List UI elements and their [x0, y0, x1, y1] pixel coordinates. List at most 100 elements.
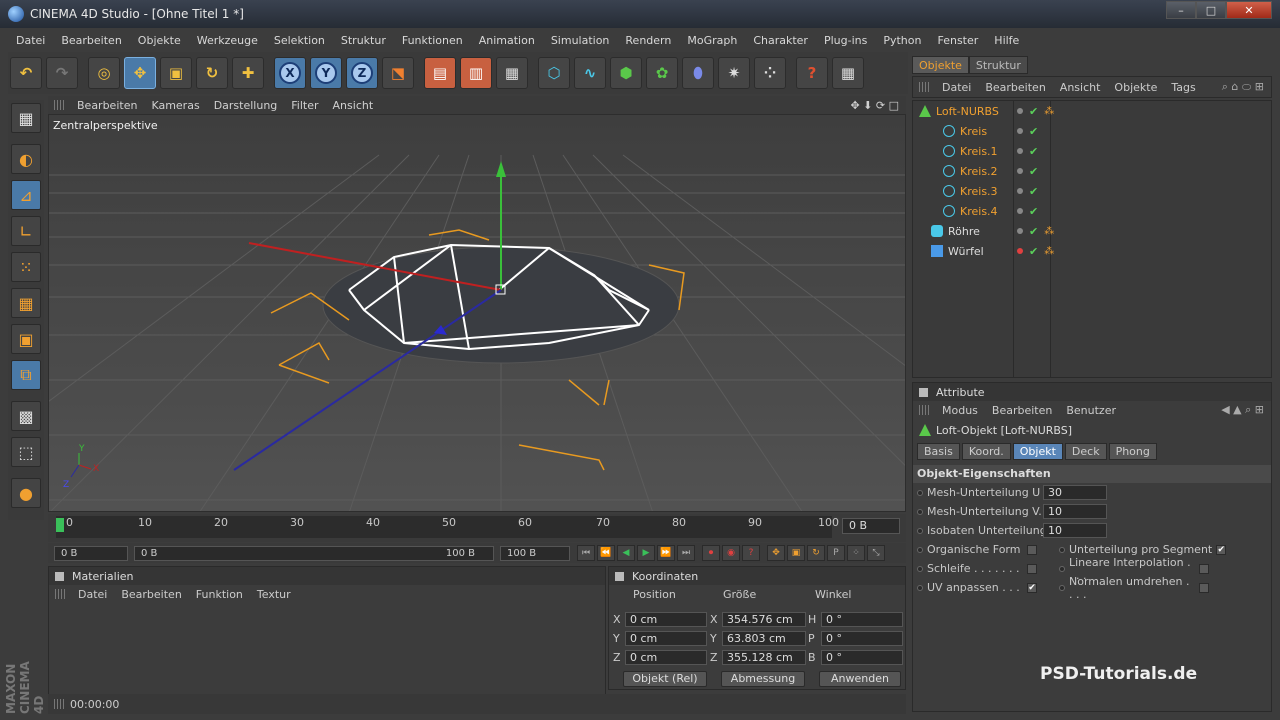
anim-dot-icon[interactable]	[917, 527, 923, 534]
mat-menu-textur[interactable]: Textur	[250, 588, 298, 601]
menu-charakter[interactable]: Charakter	[745, 34, 816, 47]
panel-toggle-icon[interactable]	[55, 571, 64, 581]
render-picture-viewer-icon[interactable]: ▥	[460, 57, 492, 89]
position-x-field[interactable]: 0 cm	[625, 612, 707, 627]
size-z-field[interactable]: 355.128 cm	[722, 650, 806, 665]
menu-werkzeuge[interactable]: Werkzeuge	[189, 34, 266, 47]
menu-python[interactable]: Python	[875, 34, 929, 47]
anim-dot-icon[interactable]	[1059, 584, 1065, 591]
axis-mode-icon[interactable]: ∟	[11, 216, 41, 246]
render-settings-icon[interactable]: ▦	[496, 57, 528, 89]
size-y-field[interactable]: 63.803 cm	[722, 631, 806, 646]
interpolation-icon[interactable]: ⤡	[867, 545, 885, 561]
go-to-end-icon[interactable]: ⏭	[677, 545, 695, 561]
rotation-h-field[interactable]: 0 °	[821, 612, 903, 627]
go-to-start-icon[interactable]: ⏮	[577, 545, 595, 561]
viewport-menu-bearbeiten[interactable]: Bearbeiten	[70, 99, 144, 112]
start-frame-field[interactable]: 0 B	[54, 545, 128, 561]
axis-z-lock-button[interactable]: Z	[346, 57, 378, 89]
object-name[interactable]: Kreis.2	[960, 165, 998, 178]
material-ball-icon[interactable]: ●	[11, 478, 41, 508]
objects-menu-ansicht[interactable]: Ansicht	[1053, 81, 1108, 94]
particle-icon[interactable]: ⁘	[754, 57, 786, 89]
key-scale-icon[interactable]: ▣	[787, 545, 805, 561]
polygons-mode-icon[interactable]: ▣	[11, 324, 41, 354]
deformer-icon[interactable]: ⬮	[682, 57, 714, 89]
viewport-menu-ansicht[interactable]: Ansicht	[326, 99, 381, 112]
render-view-icon[interactable]: ▤	[424, 57, 456, 89]
object-name[interactable]: Kreis.1	[960, 145, 998, 158]
position-y-field[interactable]: 0 cm	[625, 631, 707, 646]
rotation-p-field[interactable]: 0 °	[821, 631, 903, 646]
object-name[interactable]: Loft-NURBS	[936, 105, 999, 118]
prev-key-icon[interactable]: ⏪	[597, 545, 615, 561]
menu-rendern[interactable]: Rendern	[617, 34, 679, 47]
list-item[interactable]: Würfel ✔ ⁂	[913, 241, 1271, 261]
menu-mograph[interactable]: MoGraph	[679, 34, 745, 47]
anim-dot-icon[interactable]	[917, 565, 923, 572]
undo-icon[interactable]: ↶	[10, 57, 42, 89]
points-mode-icon[interactable]: ⁙	[11, 252, 41, 282]
record-icon[interactable]: ⏺	[702, 545, 720, 561]
object-name[interactable]: Würfel	[948, 245, 984, 258]
object-name[interactable]: Kreis.4	[960, 205, 998, 218]
menu-fenster[interactable]: Fenster	[929, 34, 986, 47]
anim-dot-icon[interactable]	[917, 584, 923, 591]
timeline-ruler[interactable]: 0 10 20 30 40 50 60 70 80 90 100	[56, 516, 839, 538]
help-icon[interactable]: ?	[796, 57, 828, 89]
object-name[interactable]: Röhre	[948, 225, 980, 238]
loop-checkbox[interactable]	[1027, 563, 1037, 574]
frame-range-slider[interactable]: 0 B 100 B	[134, 545, 494, 561]
viewport-menu-filter[interactable]: Filter	[284, 99, 325, 112]
objects-search-icon[interactable]: ⌕ ⌂ ⬭ ⊞	[1215, 80, 1271, 94]
object-name[interactable]: Kreis	[960, 125, 987, 138]
cube-object-icon[interactable]: ⬡	[538, 57, 570, 89]
objects-menu-bearbeiten[interactable]: Bearbeiten	[978, 81, 1052, 94]
minimize-button[interactable]: –	[1166, 1, 1196, 19]
phong-tag-icon[interactable]: ⁂	[1044, 106, 1054, 117]
viewport-scene[interactable]: Y X Z	[49, 115, 906, 512]
nurbs-icon[interactable]: ⬢	[610, 57, 642, 89]
size-x-field[interactable]: 354.576 cm	[722, 612, 806, 627]
menu-animation[interactable]: Animation	[471, 34, 543, 47]
workplane-icon[interactable]: ▩	[11, 401, 41, 431]
key-pla-icon[interactable]: ⁘	[847, 545, 865, 561]
viewport-3d[interactable]: Y X Z Zentralperspektive	[48, 114, 906, 512]
play-backwards-icon[interactable]: ◀	[617, 545, 635, 561]
edges-mode-icon[interactable]: ▦	[11, 288, 41, 318]
apply-button[interactable]: Anwenden	[819, 671, 901, 687]
attr-tab-basis[interactable]: Basis	[917, 442, 960, 460]
current-frame-field[interactable]: 0 B	[842, 518, 900, 534]
array-icon[interactable]: ✿	[646, 57, 678, 89]
anim-dot-icon[interactable]	[1059, 546, 1065, 553]
next-key-icon[interactable]: ⏩	[657, 545, 675, 561]
menu-simulation[interactable]: Simulation	[543, 34, 618, 47]
autokey-icon[interactable]: ◉	[722, 545, 740, 561]
mesh-u-field[interactable]: 30	[1043, 485, 1107, 500]
coord-mode-dropdown[interactable]: Objekt (Rel)	[623, 671, 707, 687]
last-tool-icon[interactable]: ✚	[232, 57, 264, 89]
object-mode-icon[interactable]: ⊿	[11, 180, 41, 210]
scene-icon[interactable]: ✷	[718, 57, 750, 89]
redo-icon[interactable]: ↷	[46, 57, 78, 89]
menu-objekte[interactable]: Objekte	[130, 34, 189, 47]
linear-checkbox[interactable]	[1199, 563, 1209, 574]
attr-tab-koord[interactable]: Koord.	[961, 442, 1011, 460]
mesh-v-field[interactable]: 10	[1043, 504, 1107, 519]
viewport-menu-darstellung[interactable]: Darstellung	[207, 99, 285, 112]
mat-menu-funktion[interactable]: Funktion	[189, 588, 250, 601]
end-frame-field[interactable]: 100 B	[500, 545, 570, 561]
list-item[interactable]: Kreis.4 ✔	[913, 201, 1271, 221]
list-item[interactable]: Kreis.3 ✔	[913, 181, 1271, 201]
coordinate-system-icon[interactable]: ⬔	[382, 57, 414, 89]
tab-objekte[interactable]: Objekte	[912, 56, 969, 74]
anim-dot-icon[interactable]	[917, 508, 923, 515]
object-name[interactable]: Kreis.3	[960, 185, 998, 198]
seg-checkbox[interactable]: ✔	[1216, 544, 1227, 555]
phong-tag-icon[interactable]: ⁂	[1044, 226, 1054, 237]
list-item[interactable]: Kreis ✔	[913, 121, 1271, 141]
tab-struktur[interactable]: Struktur	[968, 56, 1028, 74]
objects-menu-datei[interactable]: Datei	[935, 81, 978, 94]
menu-plugins[interactable]: Plug-ins	[816, 34, 875, 47]
list-item[interactable]: Loft-NURBS ✔ ⁂	[913, 101, 1271, 121]
